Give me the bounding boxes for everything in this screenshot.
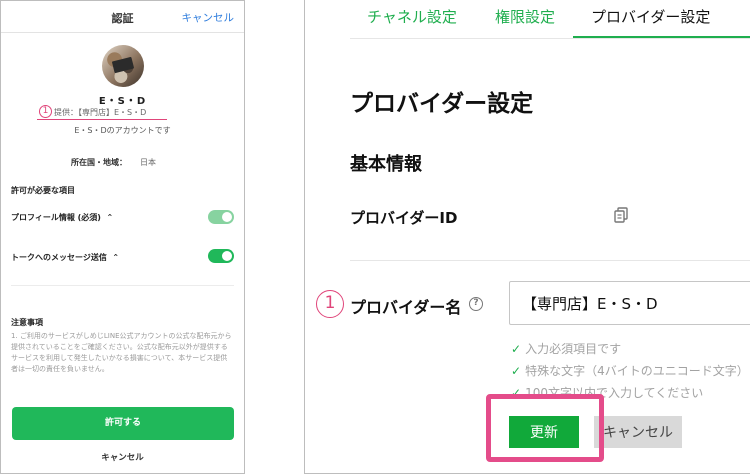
section-divider [11, 285, 234, 286]
annotation-badge-1: 1 [316, 290, 344, 318]
annotation-badge-1: 1 [39, 105, 52, 118]
country-value: 日本 [140, 158, 156, 167]
permissions-heading: 許可が必要な項目 [11, 186, 75, 195]
copy-icon[interactable] [614, 207, 628, 223]
settings-tabs: チャネル設定 権限設定 プロバイダー設定 [305, 0, 750, 39]
chevron-up-icon: ⌃ [109, 253, 120, 262]
provider-line: 提供：【専門店】E・S・D [54, 108, 147, 117]
annotation-highlight-box [486, 394, 604, 462]
notes-heading: 注意事項 [11, 318, 43, 327]
tab-provider-settings[interactable]: プロバイダー設定 [591, 6, 710, 27]
allow-button[interactable]: 許可する [12, 407, 234, 440]
permission-messages-label: トークへのメッセージ送信 [11, 253, 107, 262]
validation-rule-text: 特殊な文字（4バイトのユニコード文字） [525, 364, 749, 378]
toggle-knob [222, 212, 232, 222]
permission-profile-label: プロフィール情報 (必須) [11, 213, 101, 222]
tab-channel-settings[interactable]: チャネル設定 [367, 6, 457, 27]
section-divider [350, 260, 750, 261]
check-icon: ✓ [511, 342, 522, 356]
permission-messages-toggle[interactable] [208, 249, 234, 263]
cancel-button[interactable]: キャンセル [594, 416, 682, 448]
permission-profile[interactable]: プロフィール情報 (必須) ⌃ [11, 212, 113, 223]
page-title: プロバイダー設定 [350, 91, 534, 117]
consent-header: 認証 キャンセル [1, 1, 244, 33]
account-line: E・S・Dのアカウントです [74, 126, 171, 135]
cancel-link-top[interactable]: キャンセル [182, 10, 235, 25]
cancel-button-bottom[interactable]: キャンセル [1, 451, 244, 463]
permission-messages[interactable]: トークへのメッセージ送信 ⌃ [11, 252, 119, 263]
chevron-up-icon: ⌃ [103, 213, 114, 222]
permission-profile-toggle[interactable] [208, 210, 234, 224]
consent-screen: 認証 キャンセル E・S・D 1 提供：【専門店】E・S・D E・S・Dのアカウ… [0, 0, 245, 474]
validation-rule: ✓ 入力必須項目です [511, 340, 621, 357]
avatar-laptop-shape [111, 56, 135, 74]
notes-body: 1. ご利用のサービスがしめじLINE公式アカウントの公式な配布元から提供されて… [11, 332, 232, 373]
toggle-knob [222, 251, 232, 261]
provider-id-label: プロバイダーID [350, 209, 458, 227]
provider-name-label: プロバイダー名 [350, 298, 462, 317]
check-icon: ✓ [511, 364, 522, 378]
provider-settings-panel: チャネル設定 権限設定 プロバイダー設定 プロバイダー設定 基本情報 プロバイダ… [304, 0, 750, 474]
validation-rule-text: 入力必須項目です [525, 342, 622, 356]
channel-name: E・S・D [98, 96, 147, 107]
section-title-basic-info: 基本情報 [350, 154, 422, 175]
tabs-divider [350, 38, 750, 39]
tab-permission-settings[interactable]: 権限設定 [495, 6, 555, 27]
country-label: 所在国・地域： [71, 158, 127, 167]
validation-rule: ✓ 特殊な文字（4バイトのユニコード文字） [511, 362, 749, 379]
annotation-underline [37, 119, 167, 120]
help-icon[interactable]: ? [469, 297, 483, 311]
provider-avatar [102, 45, 144, 87]
provider-name-input[interactable] [509, 281, 750, 325]
